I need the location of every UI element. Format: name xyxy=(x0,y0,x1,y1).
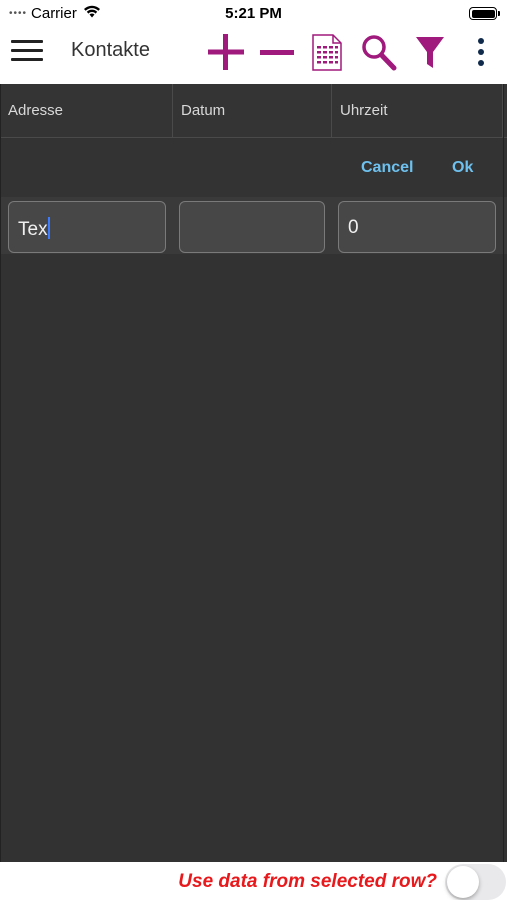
adresse-input[interactable]: Tex xyxy=(8,201,166,253)
column-header-row: Adresse Datum Uhrzeit xyxy=(0,84,507,138)
status-bar: •••• Carrier 5:21 PM xyxy=(0,0,507,28)
search-icon[interactable] xyxy=(360,32,398,72)
page-title: Kontakte xyxy=(71,39,150,61)
status-time: 5:21 PM xyxy=(225,5,282,22)
cancel-button[interactable]: Cancel xyxy=(361,159,413,177)
ok-button[interactable]: Ok xyxy=(452,159,473,177)
plus-icon[interactable] xyxy=(206,32,246,72)
use-selected-row-label: Use data from selected row? xyxy=(178,871,437,892)
table-area: Adresse Datum Uhrzeit Cancel Ok Tex 0 xyxy=(0,84,507,862)
menu-icon[interactable] xyxy=(11,39,43,63)
filter-icon[interactable] xyxy=(414,32,446,72)
left-edge xyxy=(0,84,1,862)
edit-action-row: Cancel Ok xyxy=(0,139,507,197)
more-vertical-icon[interactable] xyxy=(472,32,490,72)
toggle-knob xyxy=(447,866,479,898)
use-selected-row-toggle[interactable] xyxy=(445,864,506,900)
column-header-adresse[interactable]: Adresse xyxy=(0,84,173,138)
edit-input-row: Tex 0 xyxy=(0,197,507,254)
minus-icon[interactable] xyxy=(258,32,296,72)
table-body xyxy=(0,254,507,862)
datum-input[interactable] xyxy=(179,201,325,253)
adresse-input-value: Tex xyxy=(18,219,48,240)
uhrzeit-input[interactable]: 0 xyxy=(338,201,496,253)
bottom-bar: Use data from selected row? xyxy=(0,862,507,900)
battery-icon xyxy=(469,7,500,20)
list-document-icon[interactable] xyxy=(311,32,343,72)
right-edge xyxy=(503,84,504,862)
column-header-datum[interactable]: Datum xyxy=(173,84,332,138)
text-cursor xyxy=(47,217,50,239)
column-header-uhrzeit[interactable]: Uhrzeit xyxy=(332,84,503,138)
nav-bar: Kontakte xyxy=(0,28,507,84)
